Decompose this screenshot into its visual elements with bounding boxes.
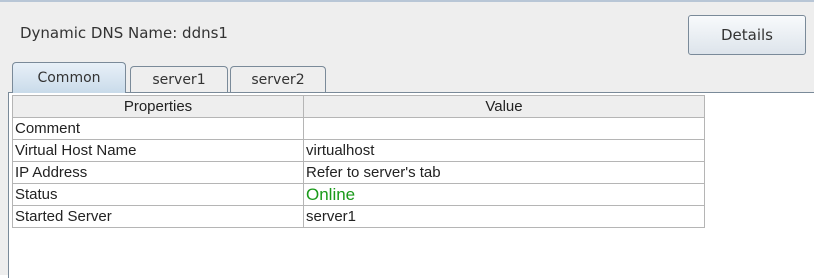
table-row[interactable]: Virtual Host Name virtualhost [12,139,705,162]
property-name: Started Server [12,205,304,228]
tab-server1[interactable]: server1 [130,66,228,92]
column-header-properties[interactable]: Properties [12,95,304,118]
properties-panel: Dynamic DNS Name: ddns1 Details Common s… [0,2,814,278]
details-button[interactable]: Details [688,15,806,55]
table-row[interactable]: Status Online [12,183,705,206]
table-header-row: Properties Value [12,95,705,118]
tab-content-common: Properties Value Comment Virtual Host Na… [8,92,814,278]
column-header-value[interactable]: Value [303,95,705,118]
properties-table: Properties Value Comment Virtual Host Na… [12,95,705,228]
property-name: Status [12,183,304,206]
property-value [303,117,705,140]
property-name: IP Address [12,161,304,184]
property-name: Comment [12,117,304,140]
tab-common[interactable]: Common [12,62,126,93]
property-value: Refer to server's tab [303,161,705,184]
table-row[interactable]: IP Address Refer to server's tab [12,161,705,184]
table-row[interactable]: Comment [12,117,705,140]
status-value: Online [303,183,705,206]
table-row[interactable]: Started Server server1 [12,205,705,228]
property-value: server1 [303,205,705,228]
property-value: virtualhost [303,139,705,162]
property-name: Virtual Host Name [12,139,304,162]
tab-server2[interactable]: server2 [230,66,326,92]
dynamic-dns-name-title: Dynamic DNS Name: ddns1 [20,24,228,42]
